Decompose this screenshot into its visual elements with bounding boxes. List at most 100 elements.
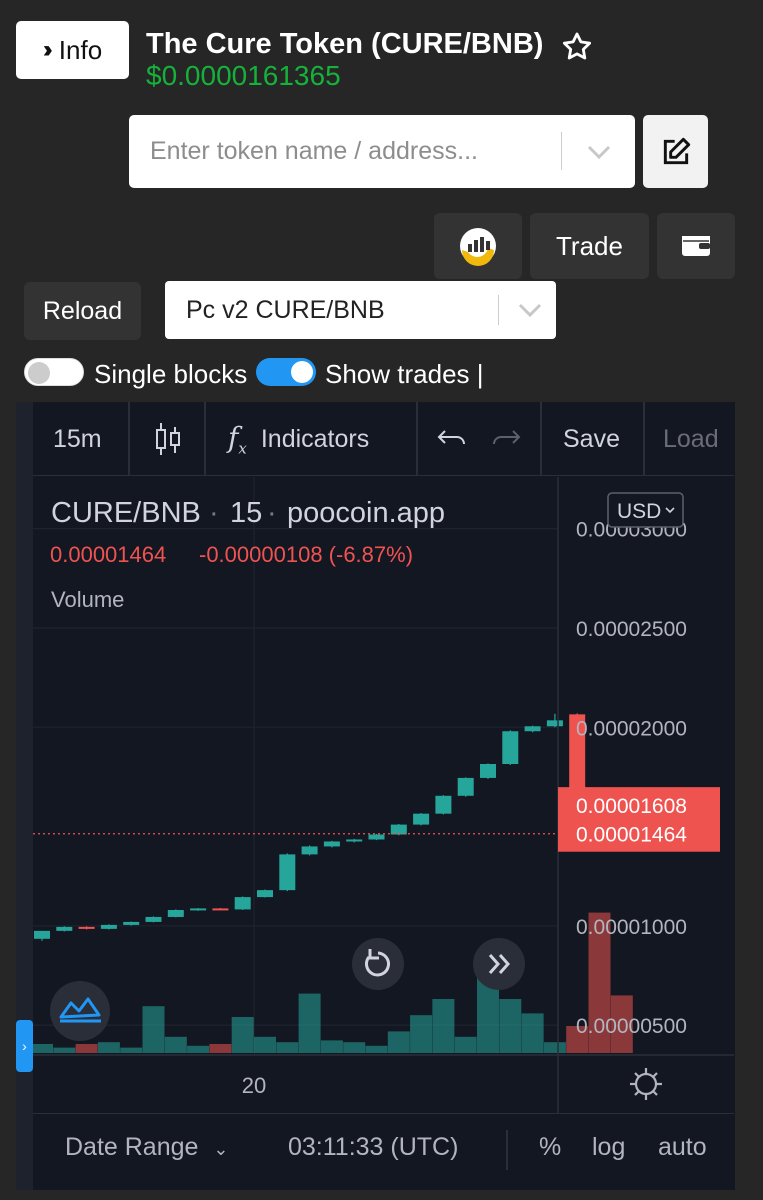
single-blocks-label: Single blocks (94, 359, 248, 389)
drawing-toolbar-handle[interactable]: › (16, 1020, 33, 1072)
price-tags: 0.00001608 0.00001464 (558, 787, 720, 852)
undo-button[interactable] (436, 402, 468, 476)
volume-bar (254, 1036, 276, 1053)
auto-toggle[interactable]: auto (658, 1133, 707, 1162)
candle-body (435, 795, 452, 814)
candlestick-icon (156, 423, 180, 455)
chart-app-button[interactable] (434, 213, 522, 279)
candle-body (234, 897, 251, 910)
chart-toolbar: 15m fx Indicators Save Load (33, 402, 734, 476)
volume-bar (320, 1040, 343, 1053)
undo-icon (437, 430, 465, 445)
divider (498, 295, 499, 325)
legend-interval: 15 (230, 497, 262, 529)
gear-icon (634, 1072, 658, 1096)
y-tick-label: 0.00002500 (576, 618, 687, 641)
toggle-knob (291, 361, 313, 383)
candle-body (167, 910, 184, 917)
currency-select[interactable]: USD (607, 492, 684, 528)
volume-bar (97, 1042, 120, 1053)
candle-body (457, 777, 474, 796)
info-button-label: Info (58, 34, 103, 65)
wallet-icon (682, 236, 710, 256)
edit-icon (663, 137, 690, 164)
candles (33, 713, 608, 941)
fx-icon: fx (228, 420, 247, 458)
candle-body (145, 916, 162, 922)
pair-select[interactable]: Pc v2 CURE/BNB (165, 281, 556, 339)
legend-dot: · (267, 497, 277, 529)
interval-button[interactable]: 15m (53, 402, 102, 476)
candle-body (413, 813, 430, 825)
star-icon[interactable] (560, 30, 594, 64)
volume-bar (75, 1044, 98, 1053)
candle-body (390, 824, 407, 835)
candle-body (78, 926, 95, 929)
volume-bar (298, 993, 321, 1053)
y-tick-label: 0.00000500 (576, 1015, 687, 1038)
percent-toggle[interactable]: % (539, 1133, 561, 1162)
candle-body (480, 764, 496, 778)
indicators-label: Indicators (260, 424, 370, 453)
divider (506, 1130, 508, 1170)
legend-last-price: 0.00001464 (50, 542, 166, 567)
chart-bottom-bar: Date Range ⌄ 03:11:33 (UTC) % log auto (33, 1113, 734, 1187)
show-trades-label: Show trades | (325, 359, 484, 389)
trade-button[interactable]: Trade (530, 213, 649, 279)
settings-gear-button[interactable] (630, 1068, 662, 1100)
candle-body (346, 839, 363, 842)
volume-bar (343, 1042, 366, 1053)
volume-bar (387, 1031, 410, 1053)
candle-body (190, 908, 207, 911)
redo-button[interactable] (490, 402, 522, 476)
log-toggle[interactable]: log (592, 1133, 625, 1162)
date-range-button[interactable]: Date Range ⌄ (65, 1133, 228, 1162)
token-search[interactable] (129, 115, 635, 188)
volume-bar (543, 1042, 566, 1053)
scroll-to-realtime-button[interactable] (473, 938, 525, 990)
candle-body (257, 890, 273, 898)
legend-dot: · (209, 497, 219, 529)
volume-bar (120, 1047, 143, 1053)
save-button[interactable]: Save (563, 402, 620, 476)
double-chevron-right-icon: ›› (42, 36, 53, 63)
edit-button[interactable] (643, 115, 708, 188)
candle-style-button[interactable] (153, 402, 183, 476)
divider (416, 402, 418, 476)
candle-body (100, 924, 117, 929)
candle-body (502, 731, 519, 765)
candle-body (123, 921, 140, 925)
chevron-down-icon (518, 303, 542, 318)
price-tag-label: 0.00001608 (576, 795, 687, 818)
volume-bar (521, 1013, 544, 1053)
volume-bar (142, 1006, 165, 1053)
single-blocks-toggle[interactable] (24, 358, 84, 386)
search-input[interactable] (129, 115, 559, 188)
load-button[interactable]: Load (663, 402, 719, 476)
chevron-down-icon[interactable] (582, 137, 616, 167)
volume-bar (365, 1045, 388, 1053)
volume-bar (33, 1044, 53, 1053)
volume-bar (53, 1047, 76, 1053)
candle-body (279, 854, 296, 891)
indicators-button[interactable]: fx Indicators (228, 402, 369, 476)
show-trades-toggle[interactable] (256, 358, 316, 386)
wallet-button[interactable] (657, 213, 735, 279)
volume-bar (432, 999, 455, 1053)
toggle-knob (28, 362, 50, 384)
reset-chart-button[interactable] (352, 938, 404, 990)
volume-bar (276, 1042, 299, 1053)
reload-button[interactable]: Reload (24, 282, 141, 340)
candle-body (56, 926, 73, 931)
chart-logo-icon (460, 228, 496, 266)
info-button[interactable]: ›› Info (16, 21, 129, 79)
utc-time[interactable]: 03:11:33 (UTC) (288, 1133, 458, 1162)
candle-body (368, 834, 385, 840)
price-chart[interactable]: 0.000030000.000025000.000020000.00001000… (33, 477, 734, 1113)
token-price: $0.0000161365 (146, 60, 341, 91)
legend-source: poocoin.app (287, 497, 445, 529)
y-tick-label: 0.00002000 (576, 717, 687, 740)
legend-change: -0.00000108 (-6.87%) (199, 542, 413, 567)
divider (561, 132, 562, 170)
divider (204, 402, 206, 476)
